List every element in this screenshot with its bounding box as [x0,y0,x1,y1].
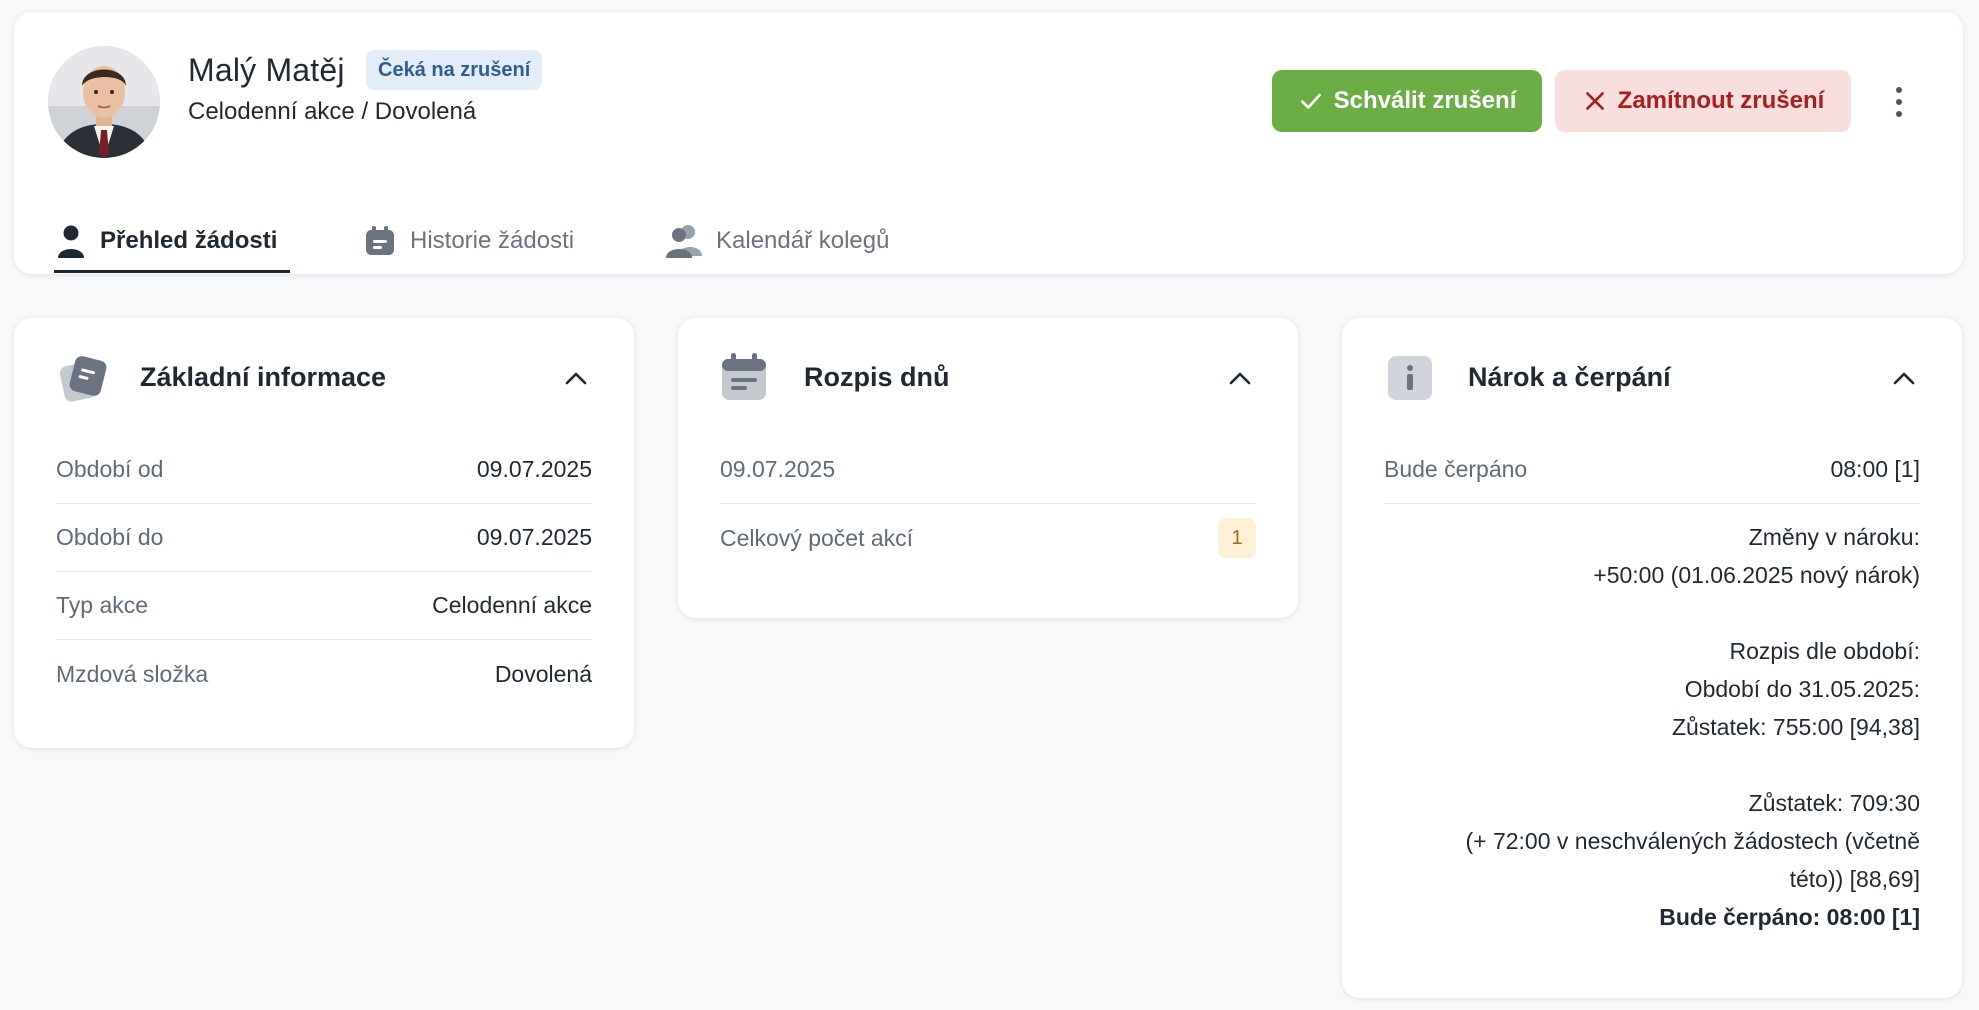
entitlement-card: Nárok a čerpání Bude čerpáno 08:00 [1] Z… [1342,318,1962,998]
row-label: Typ akce [56,592,149,618]
reject-cancellation-label: Zamítnout zrušení [1617,87,1825,114]
chevron-up-icon[interactable] [1890,368,1918,388]
tab-label: Přehled žádosti [100,227,278,254]
avatar [48,46,160,158]
approve-cancellation-label: Schválit zrušení [1333,87,1517,114]
will-draw-row: Bude čerpáno 08:00 [1] [1384,436,1920,504]
employee-name: Malý Matěj [188,52,345,88]
info-row-period-to: Období do 09.07.2025 [56,504,592,572]
card-title: Nárok a čerpání [1468,362,1671,392]
people-icon [666,225,702,258]
info-row-wage-component: Mzdová složka Dovolená [56,640,592,708]
row-value: 08:00 [1] [1830,456,1920,482]
request-subtitle: Celodenní akce / Dovolená [188,98,477,125]
check-icon [1300,93,1321,109]
info-row-action-type: Typ akce Celodenní akce [56,572,592,640]
pending-line: této)) [88,69] [1789,866,1920,892]
balance-line: Zůstatek: 709:30 [1748,790,1920,816]
row-value: Celodenní akce [432,592,592,618]
changes-line: +50:00 (01.06.2025 nový nárok) [1593,562,1920,588]
period-heading: Rozpis dle období: [1729,638,1920,664]
status-badge: Čeká na zrušení [366,50,543,90]
card-title: Rozpis dnů [804,362,950,392]
row-value: Dovolená [494,660,592,687]
tab-colleagues-calendar[interactable]: Kalendář kolegů [666,208,889,274]
more-options-icon[interactable] [1884,82,1914,122]
period-line: Období do 31.05.2025: [1684,676,1920,702]
avatar-photo [48,46,160,158]
calendar-icon [366,226,394,255]
count-badge: 1 [1218,518,1256,558]
day-date: 09.07.2025 [720,456,836,482]
row-label: Období do [56,524,164,550]
entitlement-details: Změny v nároku: +50:00 (01.06.2025 nový … [1465,518,1920,936]
period-balance: Zůstatek: 755:00 [94,38] [1671,714,1920,740]
request-header: Malý Matěj Čeká na zrušení Celodenní akc… [14,12,1963,274]
card-title: Základní informace [140,362,387,392]
approve-cancellation-button[interactable]: Schválit zrušení [1272,70,1542,132]
close-icon [1585,92,1604,110]
tab-label: Historie žádosti [410,227,575,254]
info-row-period-from: Období od 09.07.2025 [56,436,592,504]
row-label: Celkový počet akcí [720,524,914,551]
calendar-icon [722,353,766,400]
row-value: 09.07.2025 [476,456,592,482]
tab-label: Kalendář kolegů [716,227,890,254]
tab-request-history[interactable]: Historie žádosti [364,208,574,274]
pending-line: (+ 72:00 v neschválených žádostech (včet… [1465,828,1920,854]
row-label: Období od [56,456,164,482]
basic-info-card: Základní informace Období od 09.07.2025 … [14,318,634,748]
chevron-up-icon[interactable] [1226,368,1254,388]
documents-icon [59,356,107,402]
info-icon [1388,356,1432,400]
changes-heading: Změny v nároku: [1748,524,1920,550]
day-row: 09.07.2025 [720,436,1256,504]
reject-cancellation-button[interactable]: Zamítnout zrušení [1555,70,1851,132]
person-icon [58,225,84,258]
days-breakdown-card: Rozpis dnů 09.07.2025 Celkový počet akcí… [678,318,1298,618]
row-label: Mzdová složka [56,660,209,687]
total-actions-row: Celkový počet akcí 1 [720,504,1256,572]
active-tab-indicator [54,270,290,273]
chevron-up-icon[interactable] [562,368,590,388]
will-draw-summary: Bude čerpáno: 08:00 [1] [1659,904,1920,930]
row-label: Bude čerpáno [1384,456,1528,482]
tab-request-overview[interactable]: Přehled žádosti [56,208,277,274]
row-value: 09.07.2025 [476,524,592,550]
